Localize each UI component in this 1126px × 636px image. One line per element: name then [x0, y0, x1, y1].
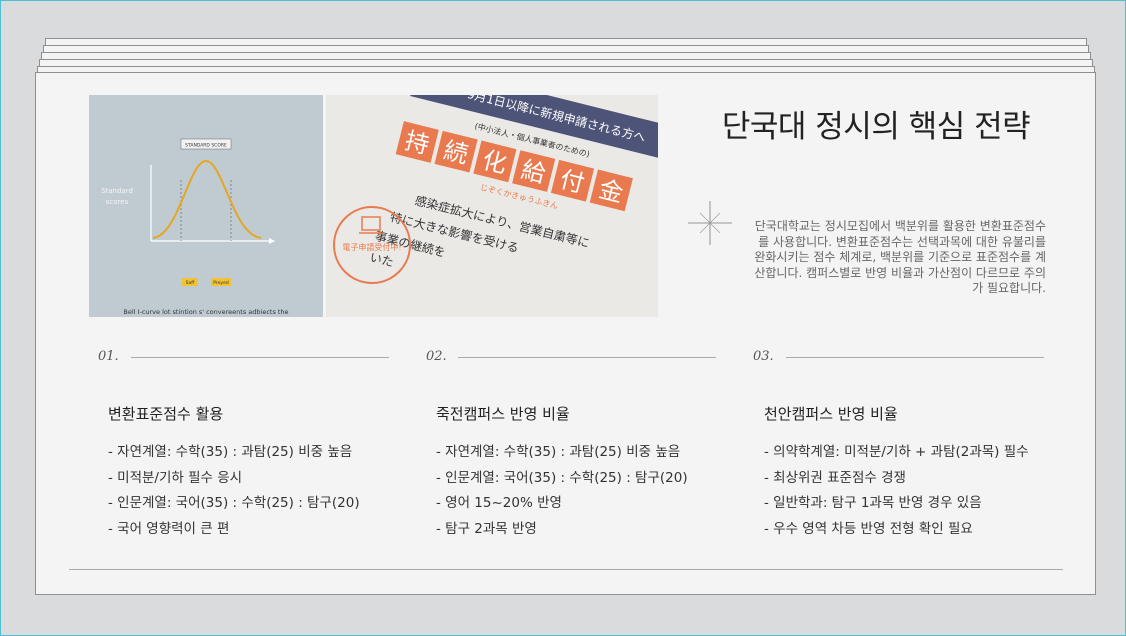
- list-item: - 최상위권 표준점수 경쟁: [764, 469, 906, 486]
- bell-curve-illustration: STANDARD SCORE Standard scores Saff Prey…: [89, 95, 323, 317]
- list-item: - 미적분/기하 필수 응시: [108, 469, 243, 486]
- column-list: - 자연계열: 수학(35) : 과탐(25) 비중 높음 - 미적분/기하 필…: [108, 440, 408, 542]
- column-divider-2: [458, 357, 716, 358]
- strategy-column-2: 죽전캠퍼스 반영 비율 - 자연계열: 수학(35) : 과탐(25) 비중 높…: [436, 403, 736, 542]
- list-item: - 인문계열: 국어(35) : 수학(25) : 탐구(20): [436, 469, 688, 486]
- svg-text:scores: scores: [106, 198, 129, 206]
- svg-text:Standard: Standard: [101, 187, 133, 195]
- column-heading: 죽전캠퍼스 반영 비율: [436, 405, 570, 423]
- stack-edge: [39, 59, 1093, 66]
- list-item: - 국어 영향력이 큰 편: [108, 520, 230, 537]
- column-number-2: 02.: [426, 349, 447, 364]
- document-illustration: 9月1日以降に新規申請される方へ (中小法人・個人事業者のための) 持 続 化 …: [326, 95, 658, 317]
- stack-edge: [41, 52, 1091, 59]
- preyed-label: Preyed: [213, 280, 229, 286]
- image-caption: Bell I-curve lot stintion s' convereents…: [123, 308, 288, 316]
- list-item: - 인문계열: 국어(35) : 수학(25) : 탐구(20): [108, 495, 360, 511]
- column-divider-3: [786, 357, 1044, 358]
- japanese-document-image: 9月1日以降に新規申請される方へ (中小法人・個人事業者のための) 持 続 化 …: [326, 95, 658, 317]
- stack-edge: [43, 45, 1089, 52]
- bottom-divider: [69, 569, 1063, 570]
- column-number-1: 01.: [98, 349, 119, 364]
- sparkle-icon: [688, 201, 732, 245]
- saff-label: Saff: [186, 280, 196, 286]
- list-item: - 자연계열: 수학(35) : 과탐(25) 비중 높음: [436, 444, 681, 460]
- stack-edge: [45, 38, 1087, 45]
- column-heading: 변환표준점수 활용: [108, 405, 224, 423]
- column-list: - 자연계열: 수학(35) : 과탐(25) 비중 높음 - 인문계열: 국어…: [436, 440, 736, 542]
- column-number-3: 03.: [753, 349, 774, 364]
- bell-curve-image: STANDARD SCORE Standard scores Saff Prey…: [89, 95, 323, 317]
- stamp-text: 電子申請受付中!: [342, 242, 401, 252]
- strategy-column-3: 천안캠퍼스 반영 비율 - 의약학계열: 미적분/기하 + 과탐(2과목) 필수…: [764, 403, 1044, 542]
- list-item: - 영어 15~20% 반영: [436, 495, 562, 511]
- list-item: - 탐구 2과목 반영: [436, 520, 537, 537]
- page-title: 단국대 정시의 핵심 전략: [721, 109, 1031, 145]
- description-text: 단국대학교는 정시모집에서 백분위를 활용한 변환표준점수를 사용합니다. 변환…: [754, 219, 1046, 295]
- column-heading: 천안캠퍼스 반영 비율: [764, 405, 898, 423]
- column-list: - 의약학계열: 미적분/기하 + 과탐(2과목) 필수 - 최상위권 표준점수…: [764, 440, 1044, 542]
- list-item: - 우수 영역 차등 반영 전형 확인 필요: [764, 520, 973, 537]
- strategy-column-1: 변환표준점수 활용 - 자연계열: 수학(35) : 과탐(25) 비중 높음 …: [108, 403, 408, 542]
- chart-label: STANDARD SCORE: [185, 143, 227, 149]
- list-item: - 자연계열: 수학(35) : 과탐(25) 비중 높음: [108, 444, 353, 460]
- slide-card: STANDARD SCORE Standard scores Saff Prey…: [35, 72, 1096, 595]
- column-divider-1: [131, 357, 389, 358]
- list-item: - 일반학과: 탐구 1과목 반영 경우 있음: [764, 495, 982, 511]
- list-item: - 의약학계열: 미적분/기하 + 과탐(2과목) 필수: [764, 444, 1029, 460]
